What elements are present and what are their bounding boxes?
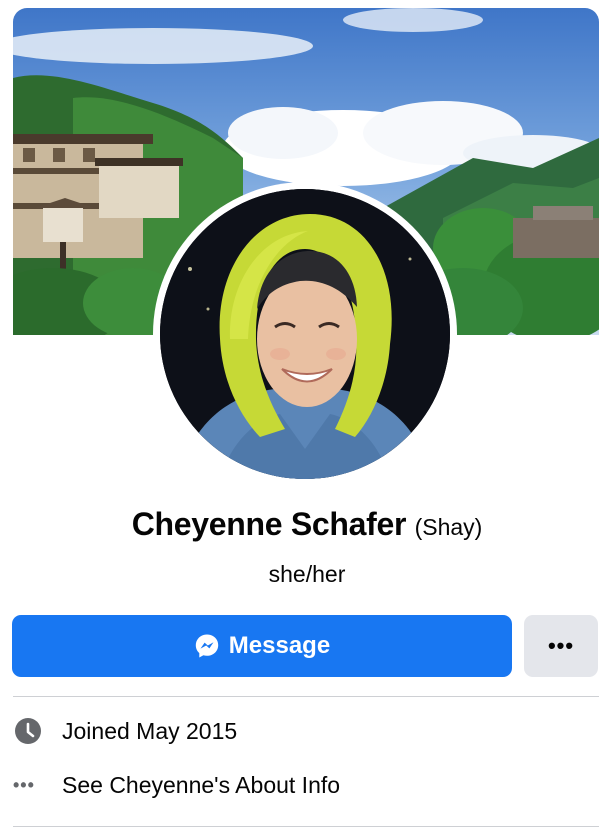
divider — [13, 696, 599, 697]
messenger-icon — [194, 633, 220, 659]
about-info-label: See Cheyenne's About Info — [62, 771, 341, 798]
more-options-icon: ••• — [547, 633, 575, 658]
profile-nickname: (Shay) — [414, 514, 483, 540]
more-dots-icon: ••• — [13, 770, 43, 800]
joined-info-row: Joined May 2015 — [13, 711, 599, 751]
profile-picture-portrait — [160, 189, 450, 479]
about-info-link[interactable]: ••• See Cheyenne's About Info — [13, 765, 599, 805]
more-dots-glyph: ••• — [13, 774, 35, 795]
more-options-button[interactable]: ••• — [524, 615, 598, 677]
message-button-label: Message — [228, 632, 331, 659]
profile-picture[interactable] — [160, 189, 450, 479]
message-button[interactable]: Message — [12, 615, 512, 677]
profile-name: Cheyenne Schafer — [131, 506, 407, 542]
divider — [13, 826, 599, 827]
joined-date: Joined May 2015 — [62, 717, 238, 744]
profile-picture-frame[interactable] — [153, 182, 457, 486]
clock-icon — [13, 716, 43, 746]
profile-name-row: Cheyenne Schafer (Shay) — [0, 506, 614, 543]
profile-pronouns: she/her — [268, 561, 346, 587]
